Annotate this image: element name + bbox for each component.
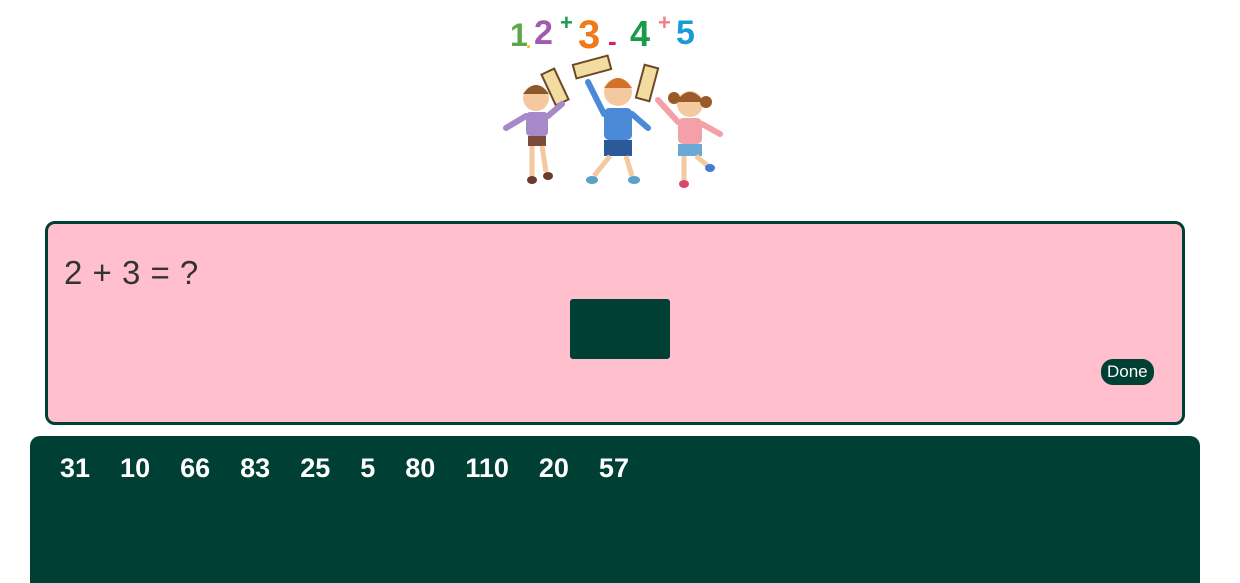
svg-text:+: + — [560, 10, 573, 35]
number-option[interactable]: 31 — [60, 452, 90, 484]
logo-digit-2: 2 — [534, 14, 553, 52]
number-options: 31 10 66 83 25 5 80 110 20 57 — [60, 452, 659, 484]
number-option[interactable]: 80 — [405, 452, 435, 484]
number-option[interactable]: 20 — [539, 452, 569, 484]
number-option[interactable]: 110 — [465, 452, 509, 484]
number-tray: 31 10 66 83 25 5 80 110 20 57 — [30, 436, 1200, 583]
question-text: 2 + 3 = ? — [64, 254, 199, 291]
number-option[interactable]: 66 — [180, 452, 210, 484]
answer-drop-zone[interactable] — [570, 299, 670, 359]
svg-text:+: + — [658, 10, 671, 35]
kids-math-illustration: 1 . 2 + 3 - 4 + 5 — [498, 4, 730, 194]
svg-text:-: - — [608, 26, 617, 56]
logo-digit-5: 5 — [676, 14, 695, 52]
number-option[interactable]: 83 — [240, 452, 270, 484]
abacus-center — [571, 54, 613, 80]
number-option[interactable]: 25 — [300, 452, 330, 484]
math-game-page: 1 . 2 + 3 - 4 + 5 2 + 3 = ? Done 31 10 6… — [0, 0, 1240, 583]
done-button[interactable]: Done — [1101, 359, 1154, 385]
logo-digit-4: 4 — [630, 13, 650, 54]
number-option[interactable]: 10 — [120, 452, 150, 484]
svg-text:.: . — [526, 32, 531, 52]
abacus-right — [634, 63, 660, 103]
kid-right — [655, 91, 723, 188]
number-option[interactable]: 5 — [360, 452, 375, 484]
kids-math-image: 1 . 2 + 3 - 4 + 5 — [503, 10, 723, 188]
logo-digit-3: 3 — [578, 13, 600, 57]
number-option[interactable]: 57 — [599, 452, 629, 484]
question-card: 2 + 3 = ? Done — [45, 221, 1185, 425]
